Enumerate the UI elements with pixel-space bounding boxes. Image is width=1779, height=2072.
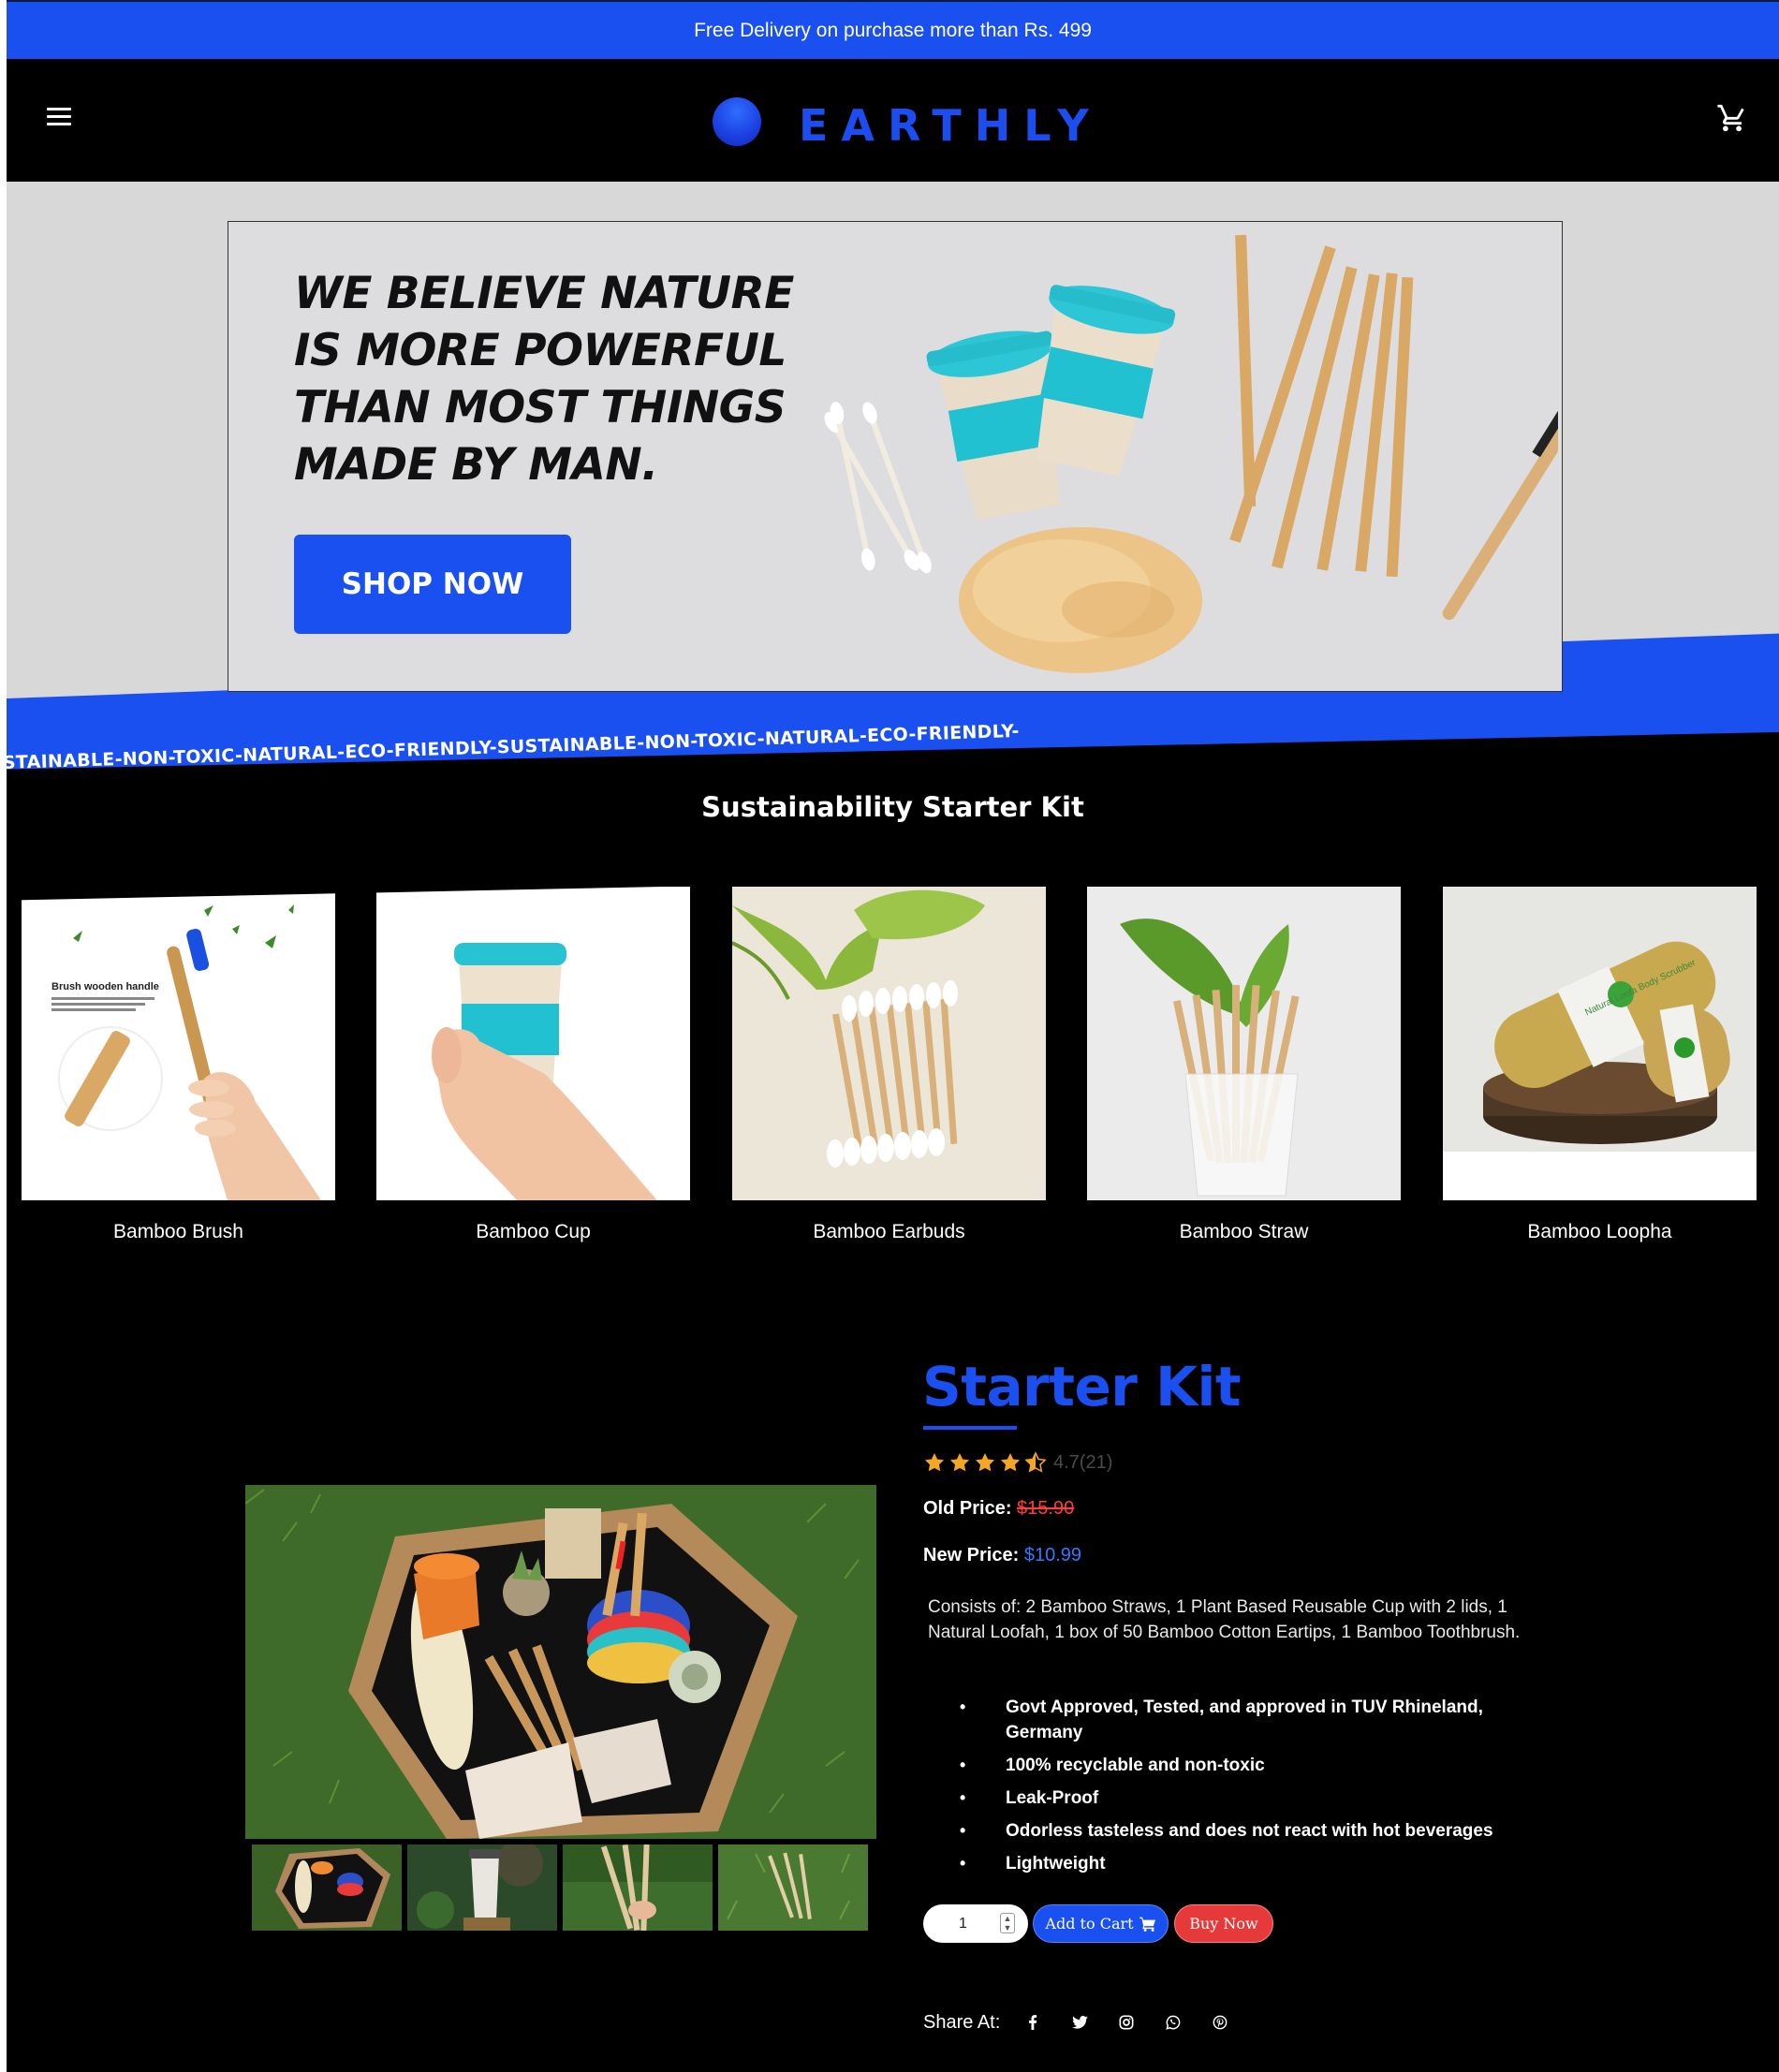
feature-item: Govt Approved, Tested, and approved in T… [960, 1695, 1540, 1745]
promo-banner: Free Delivery on purchase more than Rs. … [7, 0, 1779, 59]
feature-item: Odorless tasteless and does not react wi… [960, 1818, 1540, 1844]
promo-text: Free Delivery on purchase more than Rs. … [694, 19, 1092, 41]
feature-list: Govt Approved, Tested, and approved in T… [960, 1695, 1540, 1884]
product-card[interactable]: Natural Loofa Body Scrubber Bamboo Looph… [1443, 887, 1757, 1243]
star-icon [924, 1453, 945, 1472]
spinner-arrows-icon[interactable]: ▲ ▼ [1000, 1913, 1015, 1933]
page: Free Delivery on purchase more than Rs. … [7, 0, 1779, 2072]
add-to-cart-button[interactable]: Add to Cart [1033, 1904, 1169, 1943]
shopping-cart-icon[interactable] [1716, 102, 1748, 134]
section-title: Sustainability Starter Kit [701, 791, 1084, 823]
old-price-row: Old Price: $15.90 [923, 1498, 1075, 1519]
buy-now-button[interactable]: Buy Now [1174, 1904, 1273, 1943]
whatsapp-icon[interactable] [1150, 2011, 1197, 2034]
shop-now-button[interactable]: SHOP NOW [294, 535, 571, 634]
product-label[interactable]: Bamboo Loopha [1443, 1221, 1757, 1243]
product-label[interactable]: Bamboo Cup [376, 1221, 690, 1243]
rating-text: 4.7(21) [1053, 1451, 1113, 1473]
quantity-stepper[interactable]: 1 ▲ ▼ [923, 1904, 1028, 1943]
product-card[interactable]: Bamboo Straw [1087, 887, 1401, 1243]
hamburger-menu-icon[interactable] [47, 108, 71, 128]
product-label[interactable]: Bamboo Straw [1087, 1221, 1401, 1243]
new-price-row: New Price: $10.99 [923, 1545, 1081, 1565]
feature-item: 100% recyclable and non-toxic [960, 1753, 1540, 1778]
hero-banner: WE BELIEVE NATURE IS MORE POWERFUL THAN … [228, 221, 1563, 692]
gallery-thumbnail[interactable] [407, 1844, 557, 1931]
gallery-thumbnail[interactable] [252, 1844, 402, 1931]
star-icon [949, 1453, 970, 1472]
product-image[interactable] [376, 887, 690, 1200]
new-price: $10.99 [1023, 1545, 1081, 1565]
pinterest-icon[interactable] [1197, 2011, 1243, 2034]
twitter-icon[interactable] [1056, 2011, 1103, 2034]
feature-item: Leak-Proof [960, 1785, 1540, 1811]
star-icon [1000, 1453, 1021, 1472]
half-star-icon [1024, 1451, 1047, 1473]
product-label[interactable]: Bamboo Earbuds [732, 1221, 1046, 1243]
product-label[interactable]: Bamboo Brush [22, 1221, 335, 1243]
feature-item: Lightweight [960, 1851, 1540, 1876]
title-underline [923, 1426, 1017, 1430]
gallery-thumbnail[interactable] [718, 1844, 868, 1931]
product-image[interactable] [1087, 887, 1401, 1200]
brush-caption: Brush wooden handle [51, 981, 159, 992]
facebook-icon[interactable] [1009, 2011, 1056, 2034]
share-label: Share At: [923, 2011, 1001, 2033]
product-title: Starter Kit [922, 1355, 1242, 1418]
brand-logo[interactable]: EARTHLY [799, 100, 1102, 151]
cart-icon [1139, 1917, 1155, 1932]
product-image[interactable]: Brush wooden handle [22, 887, 335, 1200]
star-icon [975, 1453, 995, 1472]
product-main-image[interactable] [245, 1485, 876, 1839]
old-price: $15.90 [1017, 1498, 1075, 1519]
product-card[interactable]: Bamboo Cup [376, 887, 690, 1243]
site-header: EARTHLY [7, 59, 1779, 182]
product-card[interactable]: Bamboo Earbuds [732, 887, 1046, 1243]
hero-product-image [824, 234, 1558, 673]
instagram-icon[interactable] [1103, 2011, 1150, 2034]
logo-circle-icon[interactable] [713, 97, 761, 146]
product-card[interactable]: Brush wooden handle Bamboo Brush [22, 887, 335, 1243]
share-bar: Share At: [923, 2011, 1243, 2034]
product-image[interactable] [732, 887, 1046, 1200]
product-description: Consists of: 2 Bamboo Straws, 1 Plant Ba… [928, 1597, 1521, 1642]
product-image[interactable]: Natural Loofa Body Scrubber [1443, 887, 1757, 1200]
gallery-thumbnail[interactable] [563, 1844, 713, 1931]
quantity-value[interactable]: 1 [959, 1916, 987, 1932]
rating-stars: 4.7(21) [923, 1451, 1112, 1474]
